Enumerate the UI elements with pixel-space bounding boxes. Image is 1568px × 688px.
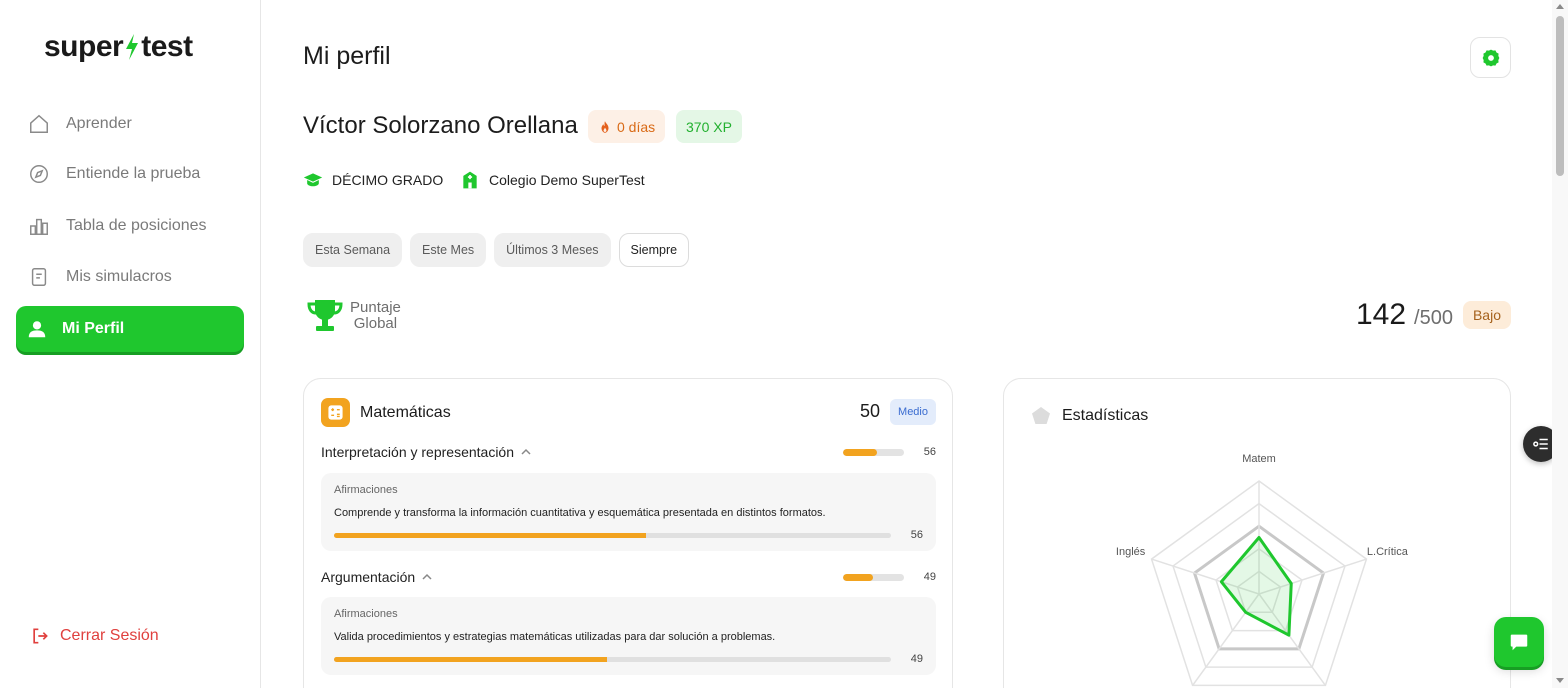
radar-series-area	[1219, 536, 1293, 637]
calculator-icon	[321, 398, 350, 427]
affirmation-progress-fill	[334, 533, 646, 538]
gear-icon	[1482, 49, 1499, 66]
scroll-thumb[interactable]	[1556, 16, 1564, 176]
global-score-max: /500	[1414, 307, 1453, 329]
logo[interactable]: super test	[44, 30, 193, 64]
settings-button[interactable]	[1470, 37, 1511, 78]
math-score: 50	[859, 401, 880, 421]
chat-icon	[1510, 634, 1528, 651]
competency-progress	[843, 448, 904, 456]
global-score-label-line1: Puntaje	[350, 299, 401, 316]
scroll-up-arrow-icon[interactable]	[1556, 4, 1564, 9]
filter-este-mes[interactable]: Este Mes	[410, 233, 487, 267]
competency-progress-fill	[843, 448, 878, 456]
math-card: Matemáticas 50 Medio Interpretación y re…	[303, 378, 953, 688]
sidebar-item-label: Entiende la prueba	[66, 165, 201, 182]
sidebar-item-aprender[interactable]: Aprender	[16, 101, 244, 147]
radar-axis-label: Inglés	[1116, 546, 1146, 558]
graduation-cap-icon	[303, 173, 323, 187]
competency-row-argumentacion[interactable]: Argumentación 49	[321, 567, 936, 587]
competency-progress	[843, 573, 904, 581]
global-score-number: 142	[1355, 298, 1407, 331]
stats-card: Estadísticas Matem L.Crítica Inglés	[1003, 378, 1511, 688]
competency-value: 56	[923, 446, 936, 458]
logout-label: Cerrar Sesión	[60, 627, 159, 644]
streak-badge: 0 días	[588, 110, 666, 143]
sidebar-item-label: Aprender	[66, 115, 132, 132]
list-settings-icon	[1533, 438, 1548, 450]
affirmation-progress	[334, 657, 891, 662]
competency-value: 49	[923, 571, 936, 583]
affirmation-text: Comprende y transforma la información cu…	[334, 507, 826, 519]
user-name: Víctor Solorzano Orellana	[303, 112, 578, 139]
math-card-header: Matemáticas	[321, 398, 451, 427]
competency-progress-fill	[843, 573, 873, 581]
affirmation-value: 56	[910, 529, 923, 541]
page-scrollbar[interactable]	[1552, 0, 1568, 688]
streak-label: 0 días	[617, 118, 656, 135]
trophy-icon	[307, 300, 343, 331]
filter-esta-semana[interactable]: Esta Semana	[303, 233, 403, 267]
math-card-title: Matemáticas	[360, 403, 451, 421]
document-icon	[31, 268, 47, 286]
main-content: Mi perfil Víctor Solorzano Orellana 0 dí…	[262, 0, 1552, 688]
sidebar-item-tabla[interactable]: Tabla de posiciones	[16, 203, 244, 249]
sidebar-item-simulacros[interactable]: Mis simulacros	[16, 254, 244, 300]
affirmation-box: Afirmaciones Comprende y transforma la i…	[321, 473, 936, 551]
grade-info: DÉCIMO GRADO	[303, 170, 443, 190]
logo-text-left: super	[44, 30, 124, 63]
affirmation-label: Afirmaciones	[334, 484, 398, 496]
affirmation-progress	[334, 533, 891, 538]
radar-chart: Matem L.Crítica Inglés	[1116, 453, 1409, 687]
xp-badge: 370 XP	[676, 110, 742, 143]
school-label: Colegio Demo SuperTest	[489, 172, 645, 188]
chevron-up-icon	[521, 448, 531, 455]
school-icon	[463, 171, 477, 189]
compass-icon	[30, 165, 48, 183]
global-score-value: 142 /500 Bajo	[1356, 298, 1511, 333]
time-filters: Esta Semana Este Mes Últimos 3 Meses Sie…	[303, 233, 690, 267]
page-title: Mi perfil	[303, 42, 391, 70]
bolt-icon	[126, 34, 139, 60]
affirmation-text: Valida procedimientos y estrategias mate…	[334, 631, 776, 643]
level-badge: Bajo	[1462, 301, 1511, 329]
sidebar-item-mi-perfil[interactable]: Mi Perfil	[16, 306, 244, 352]
global-score-label: Puntaje Global	[306, 298, 401, 334]
logo-text-right: test	[141, 30, 193, 63]
competency-name: Argumentación	[321, 569, 416, 585]
affirmation-label: Afirmaciones	[334, 608, 398, 620]
scroll-down-arrow-icon[interactable]	[1556, 678, 1564, 683]
sidebar-item-entiende[interactable]: Entiende la prueba	[16, 151, 244, 197]
logout-icon	[33, 628, 48, 644]
competency-row-interpretacion[interactable]: Interpretación y representación 56	[321, 442, 936, 462]
sidebar-item-label: Mi Perfil	[62, 320, 125, 337]
sidebar-item-label: Mis simulacros	[66, 268, 172, 285]
home-icon	[30, 114, 48, 133]
logout-button[interactable]: Cerrar Sesión	[30, 626, 159, 646]
affirmation-box: Afirmaciones Valida procedimientos y est…	[321, 597, 936, 675]
radar-axis-label: L.Crítica	[1367, 546, 1409, 558]
chat-button[interactable]	[1494, 617, 1544, 667]
school-info: Colegio Demo SuperTest	[460, 170, 645, 190]
global-score-label-line2: Global	[353, 315, 398, 332]
affirmation-progress-fill	[334, 657, 607, 662]
radar-axis-label: Matem	[1242, 453, 1276, 465]
affirmation-value: 49	[910, 653, 923, 665]
math-level-badge: Medio	[890, 399, 936, 425]
user-icon	[28, 321, 46, 338]
filter-siempre[interactable]: Siempre	[618, 233, 690, 267]
grade-label: DÉCIMO GRADO	[332, 172, 444, 188]
filter-ultimos-3-meses[interactable]: Últimos 3 Meses	[494, 233, 611, 267]
leaderboard-icon	[30, 218, 48, 235]
chevron-up-icon	[422, 573, 432, 580]
competency-name: Interpretación y representación	[321, 444, 514, 460]
fire-icon	[601, 120, 609, 133]
sidebar: super test Aprender Entiende la prueba T…	[0, 0, 261, 688]
sidebar-item-label: Tabla de posiciones	[66, 217, 207, 234]
